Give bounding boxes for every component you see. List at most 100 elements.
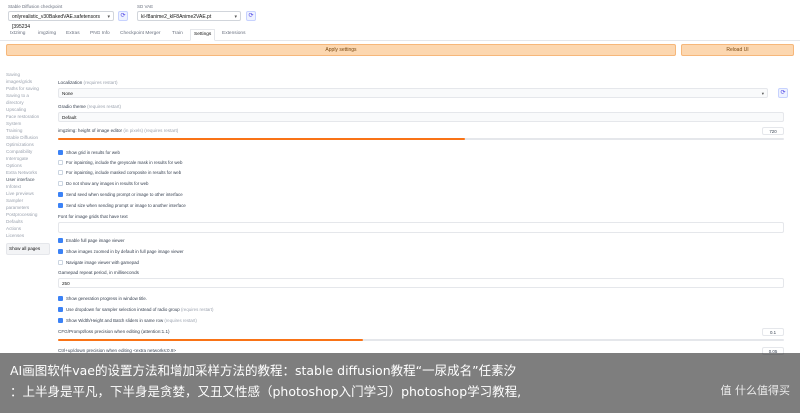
checkpoint-label: Stable Diffusion checkpoint (8, 4, 63, 9)
sidebar-item-sampler[interactable]: Sampler (6, 198, 50, 204)
masked-composite-label: For inpainting, include masked composite… (66, 170, 182, 175)
same-row-label: Show Width/Height and Batch sliders in s… (66, 318, 197, 323)
checkpoint-select[interactable]: onlyrealistic_v30BakedVAE.safetensors [3… (8, 11, 114, 30)
gamepad-value: 250 (62, 281, 70, 286)
sidebar-item-saving-to-a[interactable]: Saving to a (6, 93, 50, 99)
sidebar-item-defaults[interactable]: Defaults (6, 219, 50, 225)
same-row-text: Show Width/Height and Batch sliders in s… (66, 318, 164, 323)
tab-checkpoint-merger[interactable]: Checkpoint Merger (120, 31, 161, 36)
show-grid-label: Show grid in results for web (66, 150, 120, 155)
caption-line-2: ：上半身是平凡，下半身是贪婪，又丑又性感（photoshop入门学习）photo… (10, 384, 522, 399)
sidebar-item-optimizations[interactable]: Optimizations (6, 142, 50, 148)
send-seed-label: Send seed when sending prompt or image t… (66, 192, 183, 197)
checkbox-checked[interactable] (58, 296, 63, 301)
sidebar-item-licenses[interactable]: Licenses (6, 233, 50, 239)
checkbox-unchecked[interactable] (58, 170, 63, 175)
tab-train[interactable]: Train (172, 31, 183, 36)
font-label: Font for image grids that have text (58, 214, 128, 219)
sidebar-item-stable-diffusion[interactable]: Stable Diffusion (6, 135, 50, 141)
sidebar-item-options[interactable]: Options (6, 163, 50, 169)
show-all-pages-button[interactable]: Show all pages (6, 243, 50, 255)
tab-png-info[interactable]: PNG Info (90, 31, 110, 36)
sidebar-item-extra-networks[interactable]: Extra Networks (6, 170, 50, 176)
tab-img2img[interactable]: img2img (38, 31, 56, 36)
zoomed-in-label: Show images zoomed in by default in full… (66, 249, 184, 254)
font-input[interactable] (58, 222, 784, 233)
sidebar-item-parameters[interactable]: parameters (6, 205, 50, 211)
gradio-label: Gradio theme (58, 104, 86, 109)
slider-fill (58, 138, 465, 140)
cfg-precision-slider[interactable] (58, 339, 784, 341)
checkbox-checked[interactable] (58, 318, 63, 323)
checkbox-unchecked[interactable] (58, 181, 63, 186)
checkbox-unchecked[interactable] (58, 260, 63, 265)
gamepad-label: Gamepad repeat period, in milliseconds (58, 270, 139, 275)
cfg-precision-value[interactable]: 0.1 (762, 328, 784, 336)
checkpoint-value: onlyrealistic_v30BakedVAE.safetensors [3… (12, 14, 101, 30)
sampler-dropdown-note: (requires restart) (180, 307, 214, 312)
sidebar-item-training[interactable]: Training (6, 128, 50, 134)
img2img-heading: img2img: height of image editor (in pixe… (58, 128, 178, 133)
localization-select[interactable]: None ▾ (58, 88, 768, 98)
watermark-logo: 值 什么值得买 (720, 384, 791, 397)
apply-settings-button[interactable]: Apply settings (6, 44, 676, 56)
progress-title-label: Show generation progress in window title… (66, 296, 148, 301)
main-tabs: txt2img img2img Extras PNG Info Checkpoi… (0, 29, 800, 41)
gradio-note: (requires restart) (87, 104, 122, 109)
sidebar-item-face-restoration[interactable]: Face restoration (6, 114, 50, 120)
no-images-label: Do not show any images in results for we… (66, 181, 149, 186)
refresh-icon[interactable]: ⟳ (778, 88, 788, 98)
same-row-note: (requires restart) (164, 318, 197, 323)
checkbox-checked[interactable] (58, 238, 63, 243)
full-page-viewer-label: Enable full page image viewer (66, 238, 125, 243)
checkbox-checked[interactable] (58, 249, 63, 254)
sidebar-item-directory[interactable]: directory (6, 100, 50, 106)
checkbox-checked[interactable] (58, 307, 63, 312)
sampler-dropdown-label: Use dropdown for sampler selection inste… (66, 307, 213, 312)
checkbox-checked[interactable] (58, 150, 63, 155)
vae-value: kl-f8anime2_klF8Anime2VAE.pt (141, 14, 212, 20)
cfg-precision-label: CFG/Prompt/loss precision when editing (… (58, 329, 170, 334)
chevron-down-icon: ▾ (234, 14, 237, 20)
caption-line-1: AI画图软件vae的设置方法和增加采样方法的教程：stable diffusio… (10, 363, 517, 378)
sidebar-item-interrogate[interactable]: Interrogate (6, 156, 50, 162)
gradio-heading: Gradio theme (requires restart) (58, 104, 121, 109)
vae-select[interactable]: kl-f8anime2_klF8Anime2VAE.pt ▾ (137, 11, 241, 21)
checkbox-checked[interactable] (58, 192, 63, 197)
sidebar-item-upscaling[interactable]: Upscaling (6, 107, 50, 113)
refresh-icon[interactable]: ⟳ (118, 11, 128, 21)
checkbox-checked[interactable] (58, 203, 63, 208)
gradio-theme-input[interactable]: Default (58, 112, 784, 122)
refresh-icon[interactable]: ⟳ (246, 11, 256, 21)
vae-label: SD VAE (137, 4, 154, 9)
send-size-label: Send size when sending prompt or image t… (66, 203, 186, 208)
tab-extras[interactable]: Extras (66, 31, 80, 36)
img2img-note: (in pixels) (requires restart) (123, 128, 179, 133)
sidebar-item-live-previews[interactable]: Live previews (6, 191, 50, 197)
reload-ui-button[interactable]: Reload UI (681, 44, 794, 56)
gamepad-nav-label: Navigate image viewer with gamepad (66, 260, 139, 265)
greyscale-mask-label: For inpainting, include the greyscale ma… (66, 160, 183, 165)
sidebar-item-paths-for-saving[interactable]: Paths for saving (6, 86, 50, 92)
ui-checkbox-group: Show grid in results for web For inpaint… (58, 150, 788, 300)
tab-extensions[interactable]: Extensions (222, 31, 245, 36)
tab-txt2img[interactable]: txt2img (10, 31, 25, 36)
settings-sidebar: Saving images/grids Paths for saving Sav… (6, 72, 50, 256)
sampler-dropdown-text: Use dropdown for sampler selection inste… (66, 307, 180, 312)
img2img-height-value[interactable]: 720 (762, 127, 784, 135)
tab-settings[interactable]: Settings (190, 29, 216, 41)
gradio-value: Default (62, 115, 77, 120)
sidebar-item-system[interactable]: System (6, 121, 50, 127)
sidebar-item-compatibility[interactable]: Compatibility (6, 149, 50, 155)
localization-label: Localization (58, 80, 83, 85)
img2img-height-slider[interactable] (58, 138, 784, 140)
model-toolbar: Stable Diffusion checkpoint onlyrealisti… (0, 0, 800, 30)
sidebar-item-actions[interactable]: Actions (6, 226, 50, 232)
sidebar-item-infotext[interactable]: Infotext (6, 184, 50, 190)
sidebar-item-user-interface[interactable]: User interface (6, 177, 50, 183)
gamepad-input[interactable]: 250 (58, 278, 784, 288)
sidebar-item-saving[interactable]: Saving (6, 72, 50, 78)
sidebar-item-postprocessing[interactable]: Postprocessing (6, 212, 50, 218)
checkbox-unchecked[interactable] (58, 160, 63, 165)
sidebar-item-images-grids[interactable]: images/grids (6, 79, 50, 85)
